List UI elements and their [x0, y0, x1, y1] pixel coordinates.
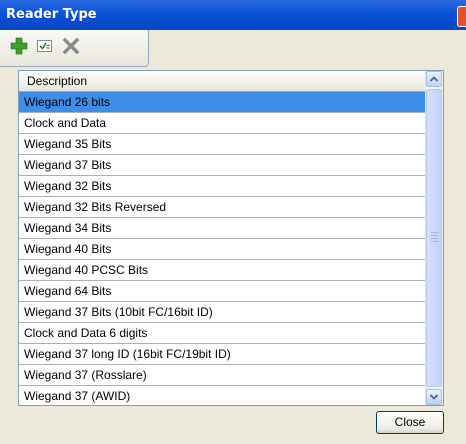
table-row[interactable]: Wiegand 64 Bits [19, 281, 425, 302]
grip-line [431, 241, 438, 242]
scroll-up-button[interactable] [426, 71, 442, 87]
edit-checklist-icon[interactable] [36, 37, 54, 55]
table-row[interactable]: Wiegand 37 (Rosslare) [19, 365, 425, 386]
grip-line [431, 238, 438, 239]
chevron-down-icon [429, 394, 439, 400]
table-row[interactable]: Clock and Data 6 digits [19, 323, 425, 344]
table-row[interactable]: Wiegand 37 Bits (10bit FC/16bit ID) [19, 302, 425, 323]
table-row[interactable]: Wiegand 40 Bits [19, 239, 425, 260]
row-list: Wiegand 26 bits Clock and Data Wiegand 35 … [19, 92, 425, 405]
table-row[interactable]: Clock and Data [19, 113, 425, 134]
delete-icon[interactable] [62, 37, 80, 55]
table-row[interactable]: Wiegand 37 Bits [19, 155, 425, 176]
scroll-thumb[interactable] [426, 89, 442, 387]
window-close-button[interactable] [457, 6, 466, 27]
table-row[interactable]: Wiegand 34 Bits [19, 218, 425, 239]
window-title: Reader Type [6, 7, 97, 22]
table-row[interactable]: Wiegand 37 (AWID) [19, 386, 425, 405]
vertical-scrollbar[interactable] [425, 71, 443, 405]
add-icon[interactable] [10, 37, 28, 55]
table-row[interactable]: Wiegand 40 PCSC Bits [19, 260, 425, 281]
table-row[interactable]: Wiegand 32 Bits [19, 176, 425, 197]
close-button[interactable]: Close [376, 411, 444, 434]
reader-type-grid: Description Wiegand 26 bits Clock and Dat… [18, 70, 444, 406]
grip-line [431, 232, 438, 233]
table-row[interactable]: Wiegand 26 bits [19, 92, 425, 113]
toolbar [0, 30, 149, 67]
table-row[interactable]: Wiegand 37 long ID (16bit FC/19bit ID) [19, 344, 425, 365]
chevron-up-icon [429, 76, 439, 82]
table-row[interactable]: Wiegand 35 Bits [19, 134, 425, 155]
grip-line [431, 235, 438, 236]
scroll-down-button[interactable] [426, 389, 442, 405]
column-header-description[interactable]: Description [19, 71, 425, 92]
title-bar: Reader Type [0, 0, 466, 30]
table-row[interactable]: Wiegand 32 Bits Reversed [19, 197, 425, 218]
grid-body: Description Wiegand 26 bits Clock and Dat… [19, 71, 425, 405]
